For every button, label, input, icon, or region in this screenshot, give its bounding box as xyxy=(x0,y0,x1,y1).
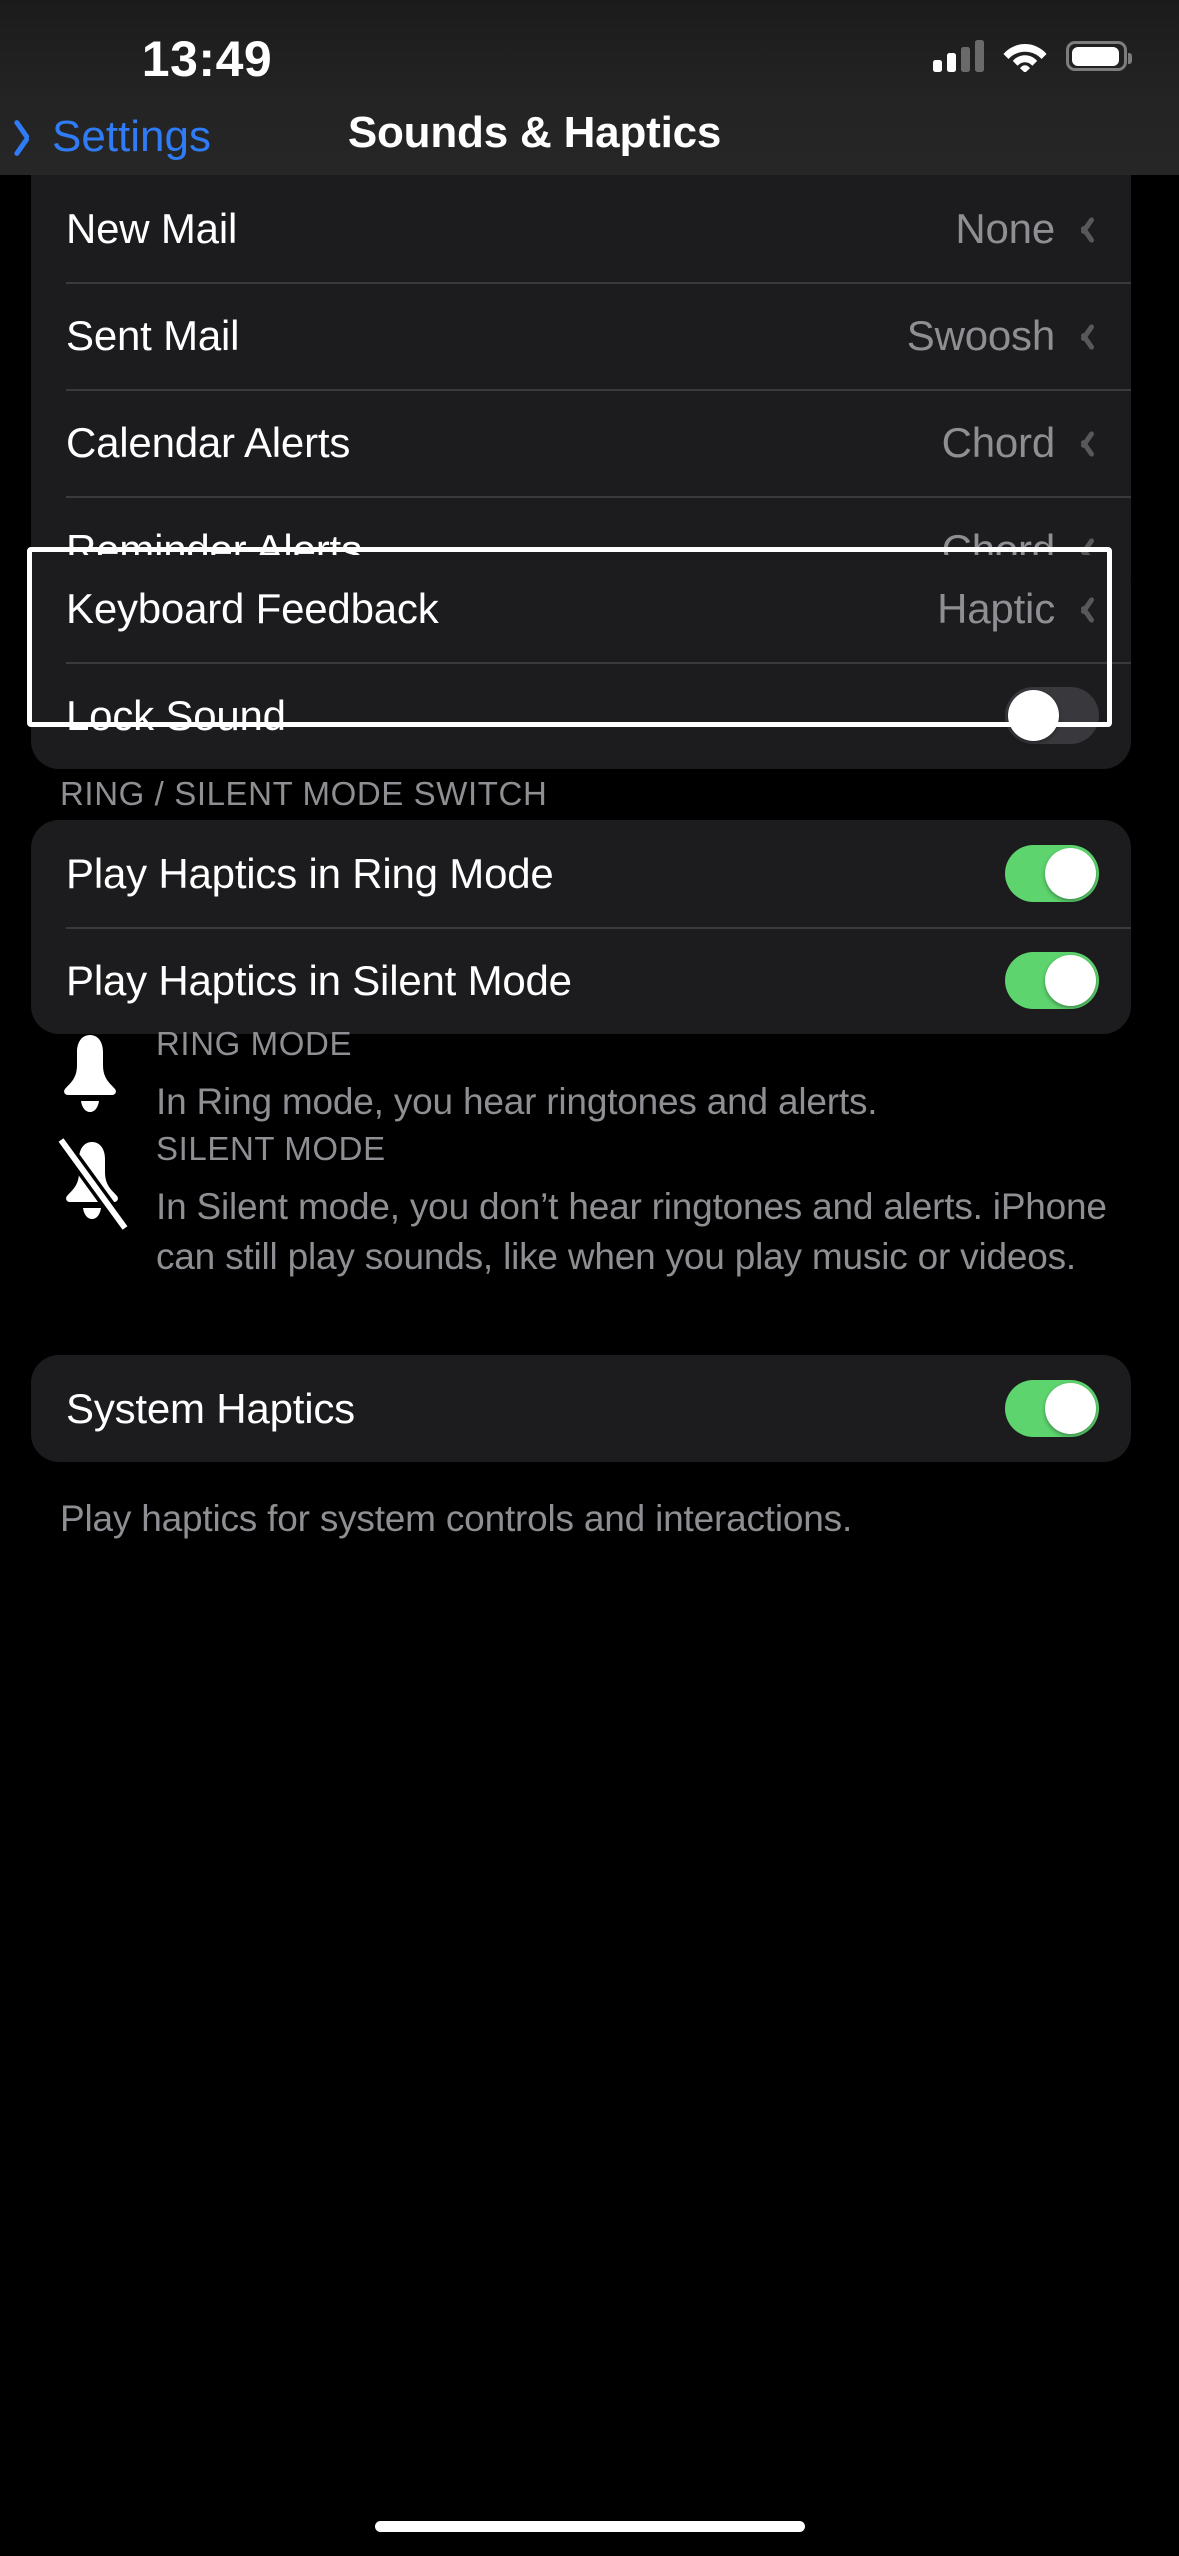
info-text-silent-mode: SILENT MODE In Silent mode, you don’t he… xyxy=(148,1130,1132,1282)
row-label: Keyboard Feedback xyxy=(66,584,439,632)
info-block-silent-mode: SILENT MODE In Silent mode, you don’t he… xyxy=(52,1130,1132,1282)
row-label: Play Haptics in Silent Mode xyxy=(66,956,572,1004)
row-new-mail[interactable]: New Mail None xyxy=(31,175,1131,282)
group-system-haptics: System Haptics xyxy=(31,1355,1131,1462)
info-body: In Silent mode, you don’t hear ringtones… xyxy=(156,1186,1107,1277)
status-bar-indicators xyxy=(933,30,1132,82)
chevron-right-icon xyxy=(1077,593,1095,625)
row-label: System Haptics xyxy=(66,1384,355,1432)
row-keyboard-feedback[interactable]: Keyboard Feedback Haptic xyxy=(31,555,1131,662)
row-value: Chord xyxy=(941,418,1056,466)
info-title: RING MODE xyxy=(156,1025,353,1062)
chevron-right-icon xyxy=(1077,320,1095,352)
system-haptics-footer-note: Play haptics for system controls and int… xyxy=(60,1498,853,1539)
row-play-haptics-ring-mode[interactable]: Play Haptics in Ring Mode xyxy=(31,820,1131,927)
lock-sound-toggle[interactable] xyxy=(1005,687,1099,744)
bell-slash-icon xyxy=(52,1130,148,1282)
info-text-ring-mode: RING MODE In Ring mode, you hear rington… xyxy=(148,1025,1132,1127)
row-value: None xyxy=(955,204,1055,252)
group-ring-silent: Play Haptics in Ring Mode Play Haptics i… xyxy=(31,820,1131,1034)
play-haptics-silent-mode-toggle[interactable] xyxy=(1005,952,1099,1009)
row-label: Sent Mail xyxy=(66,311,240,359)
chevron-right-icon xyxy=(1077,427,1095,459)
group-alert-sounds: New Mail None Sent Mail Swoosh Calendar … xyxy=(31,175,1131,603)
status-bar-time: 13:49 xyxy=(141,31,273,87)
page-title: Sounds & Haptics xyxy=(347,108,722,157)
group-keyboard-lock: Keyboard Feedback Haptic Lock Sound xyxy=(31,555,1131,769)
home-indicator[interactable] xyxy=(374,2521,805,2532)
info-title: SILENT MODE xyxy=(156,1130,386,1167)
bell-icon xyxy=(52,1025,148,1127)
play-haptics-ring-mode-toggle[interactable] xyxy=(1005,845,1099,902)
row-system-haptics[interactable]: System Haptics xyxy=(31,1355,1131,1462)
row-lock-sound[interactable]: Lock Sound xyxy=(31,662,1131,769)
row-value: Swoosh xyxy=(906,311,1055,359)
row-label: New Mail xyxy=(66,204,238,252)
row-sent-mail[interactable]: Sent Mail Swoosh xyxy=(31,282,1131,389)
info-body: In Ring mode, you hear ringtones and ale… xyxy=(156,1081,878,1122)
settings-list[interactable]: New Mail None Sent Mail Swoosh Calendar … xyxy=(0,175,1179,2556)
chevron-right-icon xyxy=(1077,213,1095,245)
row-label: Calendar Alerts xyxy=(66,418,351,466)
section-header-ring-silent: RING / SILENT MODE SWITCH xyxy=(60,775,548,812)
row-play-haptics-silent-mode[interactable]: Play Haptics in Silent Mode xyxy=(31,927,1131,1034)
row-label: Lock Sound xyxy=(66,691,286,739)
row-value: Haptic xyxy=(937,584,1055,632)
row-label: Play Haptics in Ring Mode xyxy=(66,849,554,897)
iphone-settings-screen: 13:49 Settings Sounds & Haptics New Mail… xyxy=(0,0,1179,2556)
battery-icon xyxy=(1066,41,1132,71)
info-block-ring-mode: RING MODE In Ring mode, you hear rington… xyxy=(52,1025,1132,1127)
system-haptics-toggle[interactable] xyxy=(1005,1380,1099,1437)
navigation-bar: Settings Sounds & Haptics xyxy=(0,100,1179,175)
wifi-icon xyxy=(1003,40,1047,73)
row-calendar-alerts[interactable]: Calendar Alerts Chord xyxy=(31,389,1131,496)
cellular-signal-icon xyxy=(933,40,984,72)
